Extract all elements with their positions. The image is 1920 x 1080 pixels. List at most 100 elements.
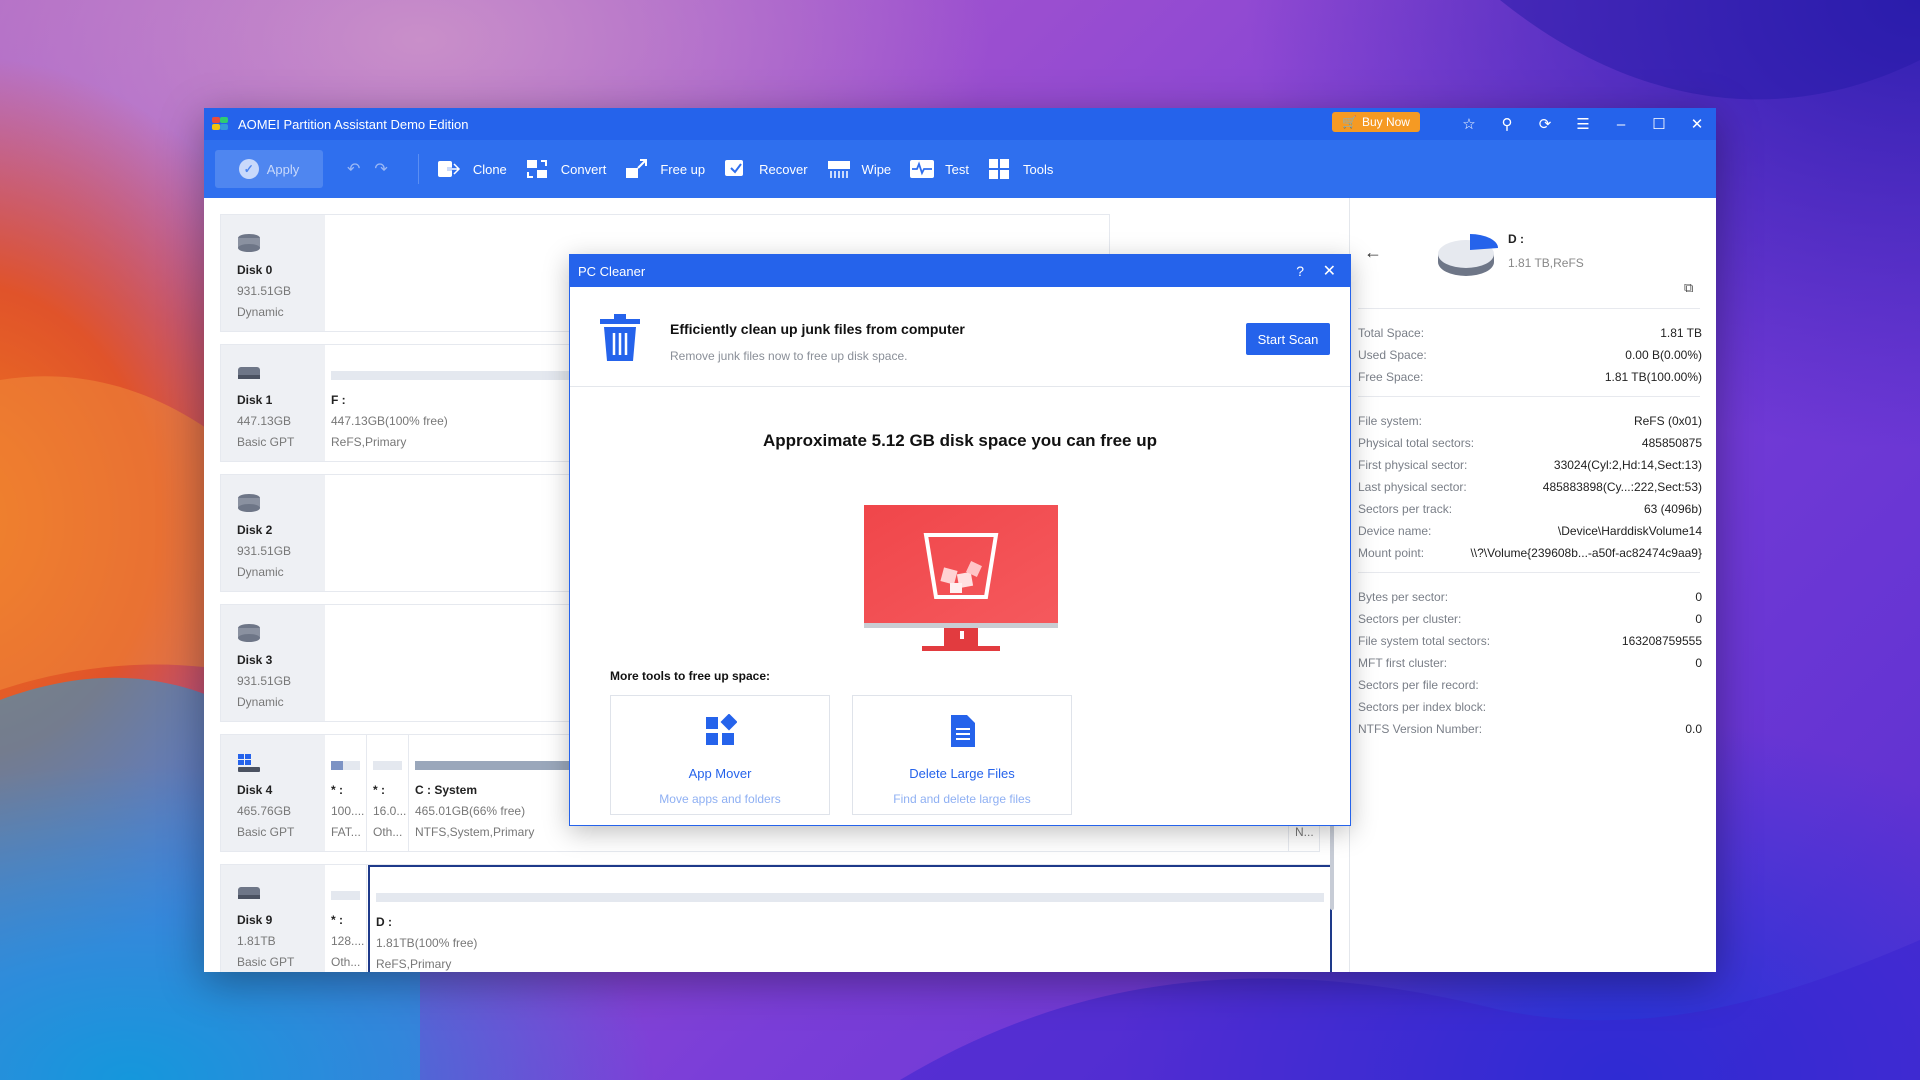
prop-row: Free Space: 1.81 TB(100.00%) [1358, 370, 1702, 384]
partition-size: 100.... [331, 804, 365, 818]
tools-icon [989, 159, 1010, 179]
partition-type: NTFS,System,Primary [415, 825, 535, 839]
partition-size: 128.... [331, 934, 365, 948]
clone-button[interactable]: Clone [437, 158, 507, 180]
prop-row: Device name: \Device\HarddiskVolume14 [1358, 524, 1702, 538]
selected-partition[interactable]: D : 1.81TB(100% free) ReFS,Primary [368, 865, 1332, 972]
dialog-heading: Efficiently clean up junk files from com… [670, 321, 965, 337]
pc-cleaner-dialog: PC Cleaner ? ✕ Efficiently clean up junk… [569, 254, 1351, 826]
prop-row: Last physical sector: 485883898(Cy...:222… [1358, 480, 1702, 494]
trash-icon [600, 314, 640, 361]
dialog-header: Efficiently clean up junk files from com… [570, 287, 1350, 387]
prop-row: Sectors per index block: [1358, 700, 1487, 714]
dynamic-disk-icon [238, 234, 260, 252]
partition-size: 447.13GB(100% free) [331, 414, 448, 428]
partition[interactable]: * : 128.... Oth... [325, 865, 367, 972]
share-icon[interactable]: ⚲ [1488, 115, 1526, 133]
prop-row: Sectors per file record: [1358, 678, 1479, 692]
free-up-label: Free up [660, 161, 706, 177]
window-title: AOMEI Partition Assistant Demo Edition [238, 116, 469, 132]
convert-icon [526, 160, 547, 178]
app-mover-card[interactable]: App Mover Move apps and folders [610, 695, 830, 815]
menu-icon[interactable]: ☰ [1564, 115, 1602, 133]
properties-panel: ← D : 1.81 TB,ReFS ⧉ Total Space: 1.81 TB… [1350, 198, 1716, 972]
partition-usage-bar [373, 761, 402, 770]
partition-size: 16.0... [373, 804, 407, 818]
disk-name: Disk 0 [237, 263, 273, 277]
close-icon[interactable]: ✕ [1678, 115, 1716, 133]
star-icon[interactable]: ☆ [1450, 115, 1488, 133]
junk-monitor-illustration [864, 505, 1058, 651]
test-icon [910, 160, 935, 178]
convert-button[interactable]: Convert [525, 158, 606, 180]
divider [1358, 396, 1700, 397]
partition-name: * : [331, 783, 343, 797]
partition-name: * : [331, 913, 343, 927]
prop-row: Sectors per cluster: 0 [1358, 612, 1702, 626]
help-icon[interactable]: ? [1296, 263, 1304, 279]
prop-row: MFT first cluster: 0 [1358, 656, 1702, 670]
test-button[interactable]: Test [909, 158, 969, 180]
redo-icon[interactable]: ↷ [374, 159, 387, 179]
maximize-icon[interactable]: ☐ [1640, 115, 1678, 133]
buy-now-button[interactable]: 🛒 Buy Now [1332, 112, 1420, 132]
wipe-button[interactable]: Wipe [826, 158, 891, 180]
undo-icon[interactable]: ↶ [347, 159, 360, 179]
copy-icon[interactable]: ⧉ [1684, 280, 1693, 296]
more-tools-label: More tools to free up space: [610, 669, 771, 683]
disk-size: 931.51GB [237, 284, 292, 298]
minimize-icon[interactable]: – [1602, 116, 1640, 133]
partition-type: Oth... [331, 955, 361, 969]
disk-name: Disk 1 [237, 393, 273, 407]
partition-name: C : System [415, 783, 478, 797]
prop-row: Physical total sectors: 485850875 [1358, 436, 1702, 450]
apply-button[interactable]: ✓ Apply [215, 150, 323, 188]
free-up-icon [626, 159, 648, 178]
clone-icon [437, 161, 461, 177]
tools-label: Tools [1023, 161, 1054, 177]
partition-name: * : [373, 783, 385, 797]
free-up-button[interactable]: Free up [624, 158, 705, 180]
partition-usage-bar [331, 761, 360, 770]
dynamic-disk-icon [238, 494, 260, 512]
prop-row: File system: ReFS (0x01) [1358, 414, 1702, 428]
main-toolbar: ✓ Apply ↶ ↷ Clone Convert Free up Recove… [204, 140, 1716, 198]
partition-type: N... [1295, 825, 1314, 839]
windows-disk-icon [238, 754, 260, 772]
prop-row: Mount point: \\?\Volume{239608b...-a50f-a… [1358, 546, 1702, 560]
app-mover-desc: Move apps and folders [659, 792, 781, 806]
disk-name: Disk 4 [237, 783, 273, 797]
disk-type: Basic GPT [237, 955, 295, 969]
delete-large-files-title: Delete Large Files [909, 766, 1015, 781]
basic-disk-icon [238, 887, 260, 899]
recover-button[interactable]: Recover [723, 158, 808, 180]
divider [1358, 572, 1700, 573]
dialog-title: PC Cleaner [578, 263, 646, 279]
disk-type: Dynamic [237, 565, 284, 579]
partition[interactable]: * : 100.... FAT... [325, 735, 367, 851]
tools-button[interactable]: Tools [987, 158, 1053, 180]
disk-type: Dynamic [237, 305, 284, 319]
dialog-title-bar: PC Cleaner ? ✕ [570, 255, 1350, 287]
basic-disk-icon [238, 367, 260, 379]
partition-type: Oth... [373, 825, 403, 839]
app-mover-icon [706, 714, 737, 745]
buy-now-label: Buy Now [1361, 115, 1410, 129]
partition-size: 465.01GB(66% free) [415, 804, 526, 818]
toolbar-separator [417, 154, 419, 184]
start-scan-button[interactable]: Start Scan [1246, 323, 1330, 355]
disk-row[interactable]: Disk 9 1.81TB Basic GPT * : 128.... Oth.… [220, 864, 1332, 972]
prop-row: Sectors per track: 63 (4096b) [1358, 502, 1702, 516]
refresh-icon[interactable]: ⟳ [1526, 115, 1564, 133]
partition-type: ReFS,Primary [376, 957, 452, 971]
dialog-close-icon[interactable]: ✕ [1323, 261, 1336, 281]
partition[interactable]: * : 16.0... Oth... [367, 735, 409, 851]
apply-label: Apply [266, 161, 300, 177]
app-window: AOMEI Partition Assistant Demo Edition 🛒… [204, 108, 1716, 972]
app-mover-title: App Mover [688, 766, 752, 781]
clone-label: Clone [472, 161, 507, 177]
delete-large-files-card[interactable]: Delete Large Files Find and delete large… [852, 695, 1072, 815]
approx-free-space: Approximate 5.12 GB disk space you can f… [763, 431, 1157, 450]
back-arrow-icon[interactable]: ← [1364, 242, 1382, 263]
disk-type: Basic GPT [237, 825, 295, 839]
